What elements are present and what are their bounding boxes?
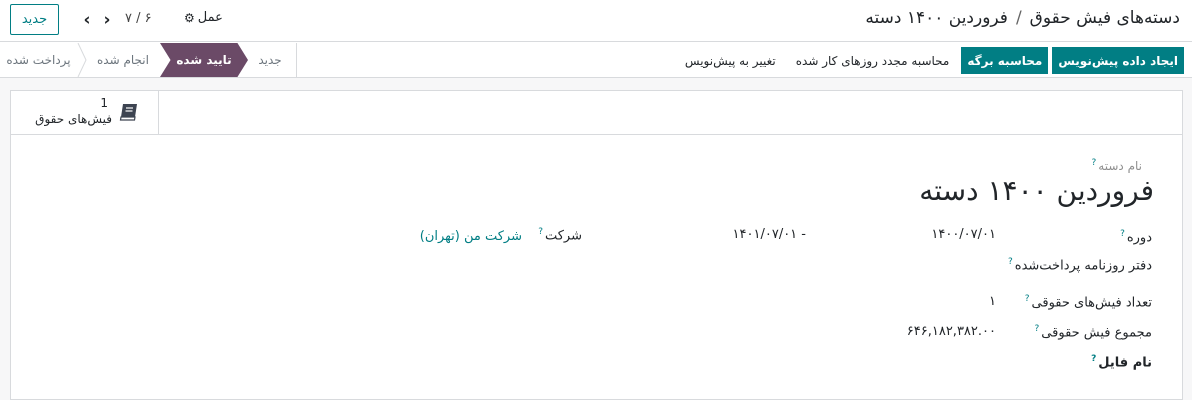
compute-sheet-button[interactable]: محاسبه برگه xyxy=(961,47,1049,74)
breadcrumb-current: فروردین ۱۴۰۰ دسته xyxy=(865,8,1008,28)
payslip-count-value: ۱ xyxy=(989,294,996,309)
company-label-text: شرکت xyxy=(544,228,582,244)
breadcrumb: دسته‌های فیش حقوق / فروردین ۱۴۰۰ دسته xyxy=(865,8,1180,28)
help-icon[interactable]: ? xyxy=(1025,294,1030,304)
payslips-smart-button[interactable]: 1 فیش‌های حقوق xyxy=(11,91,159,135)
stage-verified-active[interactable]: تایید شده xyxy=(160,43,248,77)
journal-label-text: دفتر روزنامه پرداخت‌شده xyxy=(1014,258,1152,274)
gear-icon: ⚙ xyxy=(184,10,195,25)
stage-new[interactable]: جدید xyxy=(250,43,290,77)
status-bar: پرداخت شده انجام شده تایید شده جدید xyxy=(0,43,297,77)
batch-name-label: نام دسته? xyxy=(1092,158,1142,173)
create-draft-button[interactable]: ایجاد داده پیش‌نویس xyxy=(1052,47,1184,74)
stage-done[interactable]: انجام شده xyxy=(90,43,156,77)
help-icon[interactable]: ? xyxy=(1091,354,1096,364)
recompute-worked-days-button[interactable]: محاسبه مجدد روزهای کار شده xyxy=(788,47,958,74)
breadcrumb-parent-link[interactable]: دسته‌های فیش حقوق xyxy=(1030,8,1180,28)
help-icon[interactable]: ? xyxy=(1035,324,1040,334)
period-end-field[interactable]: - ۱۴۰۱/۰۷/۰۱ xyxy=(733,227,806,242)
stage-paid[interactable]: پرداخت شده xyxy=(6,43,71,77)
period-label-text: دوره xyxy=(1126,230,1152,246)
help-icon[interactable]: ? xyxy=(538,227,543,237)
batch-title[interactable]: فروردین ۱۴۰۰ دسته xyxy=(919,174,1154,207)
file-name-label: نام فایل? xyxy=(1091,354,1152,370)
stage-chevron-icon xyxy=(76,43,88,77)
breadcrumb-separator: / xyxy=(1015,8,1022,28)
top-bar: جدید ‹ › ۷ / ۶ ⚙ عمل دسته‌های فیش حقوق /… xyxy=(0,0,1192,42)
payslip-total-value: ۶۴۶,۱۸۲,۳۸۲.۰۰ xyxy=(906,324,996,339)
control-bar: پرداخت شده انجام شده تایید شده جدید ایجا… xyxy=(0,43,1192,78)
help-icon[interactable]: ? xyxy=(1092,158,1097,168)
payslips-label: فیش‌های حقوق xyxy=(35,112,112,126)
period-label: دوره? xyxy=(1120,229,1152,245)
new-record-button[interactable]: جدید xyxy=(10,4,59,35)
action-menu-label: عمل xyxy=(197,10,223,25)
book-icon xyxy=(119,103,139,125)
help-icon[interactable]: ? xyxy=(1120,229,1125,239)
period-start-field[interactable]: ۱۴۰۰/۰۷/۰۱ xyxy=(931,227,996,242)
payslip-count-label-text: تعداد فیش‌های حقوقی xyxy=(1031,295,1152,311)
payslip-count-label: تعداد فیش‌های حقوقی? xyxy=(1025,294,1152,310)
smart-button-box: 1 فیش‌های حقوق xyxy=(11,91,1182,135)
company-label: شرکت? xyxy=(538,227,582,243)
journal-label: دفتر روزنامه پرداخت‌شده? xyxy=(1008,257,1152,273)
set-to-draft-button[interactable]: تغییر به پیش‌نویس xyxy=(677,47,784,74)
payslips-count: 1 xyxy=(100,96,108,110)
batch-name-label-text: نام دسته xyxy=(1098,159,1142,173)
company-field[interactable]: شرکت من (تهران) xyxy=(420,229,522,244)
file-name-label-text: نام فایل xyxy=(1098,355,1152,371)
action-menu-button[interactable]: ⚙ عمل xyxy=(184,10,223,25)
pager-value[interactable]: ۷ / ۶ xyxy=(125,11,152,26)
help-icon[interactable]: ? xyxy=(1008,257,1013,267)
pager-previous-icon[interactable]: ‹ xyxy=(80,10,94,30)
payslip-total-label-text: مجموع فیش حقوقی xyxy=(1041,325,1152,341)
pager-next-icon[interactable]: › xyxy=(100,10,114,30)
action-buttons: ایجاد داده پیش‌نویس محاسبه برگه محاسبه م… xyxy=(677,47,1184,74)
form-sheet: 1 فیش‌های حقوق نام دسته? فروردین ۱۴۰۰ دس… xyxy=(10,90,1183,400)
payslip-total-label: مجموع فیش حقوقی? xyxy=(1035,324,1152,340)
